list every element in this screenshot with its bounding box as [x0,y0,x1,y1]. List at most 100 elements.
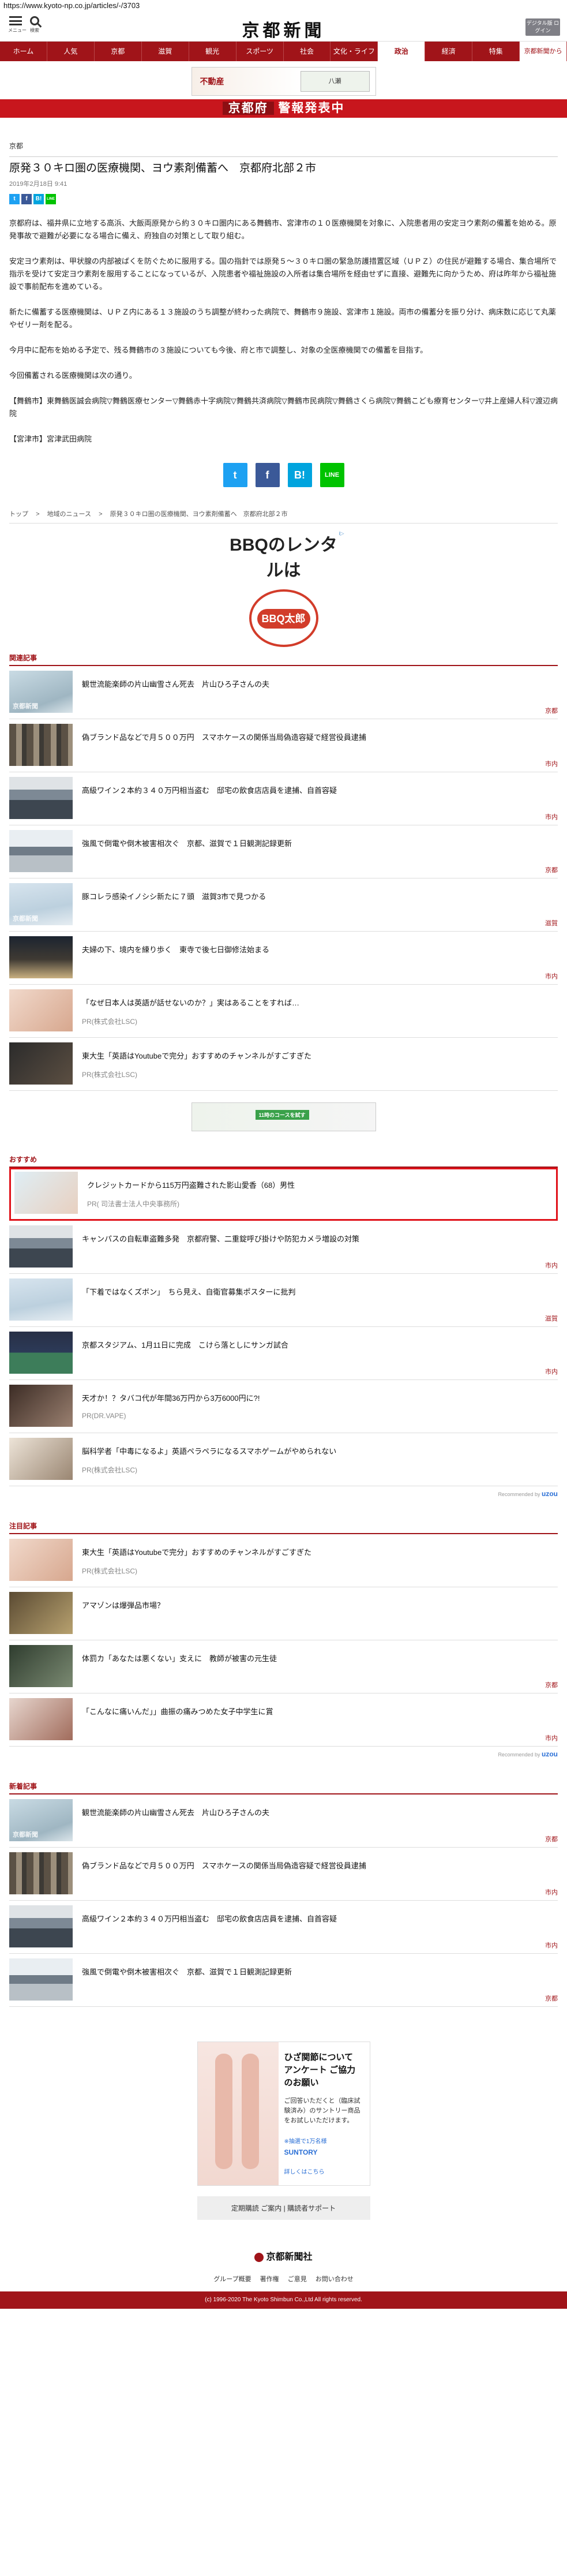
nav-feature[interactable]: 特集 [472,42,520,61]
article-thumbnail [9,1592,73,1634]
list-item[interactable]: 偽ブランド品などで月５００万円 スマホケースの関係当局偽造容疑で経営役員逮捕 市内 [9,719,558,772]
latest-heading: 新着記事 [9,1781,558,1794]
article-thumbnail [9,1852,73,1894]
list-item-highlighted[interactable]: クレジットカードから115万円盗難された影山愛香（68）男性 PR( 司法書士法人… [9,1168,558,1221]
nav-economy[interactable]: 経済 [425,42,473,61]
top-banner-ad[interactable]: 不動産 八瀬 [191,67,376,96]
weather-alert-banner[interactable]: 京都府 警報発表中 [0,99,567,118]
hatena-icon[interactable]: B! [33,194,44,204]
article-paragraph: 今月中に配布を始める予定で、残る舞鶴市の３施設についても今後、府と市で調整し、対… [9,346,428,354]
facebook-icon[interactable]: f [21,194,32,204]
list-item[interactable]: 強風で倒電や倒木被害相次ぐ 京都、滋賀で１日観測記録更新 京都 [9,1954,558,2007]
list-item[interactable]: 高級ワイン２本約３４０万円相当盗む 邸宅の飲食店店員を逮捕、自首容疑 市内 [9,1901,558,1954]
twitter-icon[interactable]: t [9,194,20,204]
item-category: 京都 [545,1995,558,2002]
article-thumbnail [9,1905,73,1947]
list-item[interactable]: 偽ブランド品などで月５００万円 スマホケースの関係当局偽造容疑で経営役員逮捕 市内 [9,1848,558,1901]
hatena-share-button[interactable]: B! [287,463,312,487]
article-category[interactable]: 京都 [9,141,558,151]
item-category: 滋賀 [545,920,558,927]
breadcrumb-local[interactable]: 地域のニュース [47,511,91,518]
item-title: 強風で倒電や倒木被害相次ぐ 京都、滋賀で１日観測記録更新 [82,839,292,848]
ad-logo: BBQ太郎 [249,589,318,647]
recommended-by[interactable]: Recommended by uzou [9,1490,558,1498]
article-paragraph: 安定ヨウ素剤は、甲状腺の内部被ばくを防ぐために服用する。国の指針では原発５～３０… [9,257,557,291]
item-category: 市内 [545,1735,558,1742]
bbq-ad[interactable]: i▷ BBQのレンタルは BBQ太郎 [223,530,344,647]
article-thumbnail [9,1278,73,1321]
ad-more-link[interactable]: 詳しくはこちら [284,2167,364,2175]
item-title: 東大生「英語はYoutubeで完分」おすすめのチャンネルがすごすぎた [82,1548,311,1557]
item-title: 観世流能楽師の片山幽雪さん死去 片山ひろ子さんの夫 [82,680,270,689]
nav-from-kyoto[interactable]: 京都新聞から [520,42,567,61]
facebook-share-button[interactable]: f [255,463,280,487]
breadcrumb-separator: > [36,511,40,518]
article-thumbnail [9,1385,73,1427]
nav-kyoto[interactable]: 京都 [95,42,142,61]
site-logo[interactable]: 京都新聞 [242,16,325,42]
support-link[interactable]: 購読者サポート [287,2204,336,2212]
nav-shiga[interactable]: 滋賀 [142,42,189,61]
line-share-button[interactable]: LINE [320,463,344,487]
list-item[interactable]: 「なぜ日本人は英語が話せないのか？」実はあることをすれば… PR(株式会社LSC) [9,985,558,1038]
item-category: 市内 [545,1889,558,1896]
footer-link[interactable]: グループ概要 [213,2276,251,2283]
nav-home[interactable]: ホーム [0,42,47,61]
ad-choices-icon[interactable]: i▷ [339,530,344,537]
list-item[interactable]: 体罰カ「あなたは悪くない」支えに 教師が被害の元生徒 京都 [9,1640,558,1693]
breadcrumb-top[interactable]: トップ [9,511,28,518]
list-item[interactable]: アマゾンは爆弾品市場？ [9,1587,558,1640]
nav-politics[interactable]: 政治 [378,42,426,61]
thumb-logo: 京都新聞 [13,1831,38,1838]
browser-url[interactable]: https://www.kyoto-np.co.jp/articles/-/37… [0,0,567,12]
digital-login-button[interactable]: デジタル版 ログイン [525,18,560,36]
item-category: 市内 [545,1369,558,1375]
footer-logo[interactable]: 京都新聞社 [9,2249,558,2263]
nav-tourism[interactable]: 観光 [189,42,236,61]
nav-popular[interactable]: 人気 [47,42,95,61]
copyright: (c) 1996-2020 The Kyoto Shimbun Co.,Ltd … [0,2291,567,2309]
list-item[interactable]: 「下着ではなくズボン」 ちら見え、自衛官募集ポスターに批判 滋賀 [9,1274,558,1327]
list-item[interactable]: 高級ワイン２本約３４０万円相当盗む 邸宅の飲食店店員を逮捕、自首容疑 市内 [9,772,558,825]
item-category: 市内 [545,814,558,821]
list-item[interactable]: 「こんなに痛いんだ」」曲振の痛みつめた女子中学生に賞 市内 [9,1693,558,1747]
recommended-by[interactable]: Recommended by uzou [9,1750,558,1758]
suntory-ad[interactable]: ひざ関節について アンケート ご協力のお願い ご回答いただくと（臨床試験済み）の… [197,2042,370,2186]
footer-link[interactable]: 著作権 [260,2276,279,2283]
list-item[interactable]: 夫婦の下、境内を練り歩く 東寺で後七日御修法始まる 市内 [9,932,558,985]
list-item[interactable]: 東大生「英語はYoutubeで完分」おすすめのチャンネルがすごすぎた PR(株式会… [9,1534,558,1587]
breadcrumb-separator: > [99,511,103,518]
item-title: 観世流能楽師の片山幽雪さん死去 片山ひろ子さんの夫 [82,1808,270,1817]
list-item[interactable]: 京都新聞 豚コレラ感染イノシシ新たに７頭 滋賀3市で見つかる 滋賀 [9,878,558,932]
menu-button[interactable]: メニュー [8,16,27,33]
list-item[interactable]: 脳科学者「中毒になるよ」英語ペラペラになるスマホゲームがやめられない PR(株式会… [9,1433,558,1486]
item-title: 偽ブランド品などで月５００万円 スマホケースの関係当局偽造容疑で経営役員逮捕 [82,733,366,742]
search-icon [30,16,39,25]
article-thumbnail [9,830,73,872]
nav-sports[interactable]: スポーツ [236,42,284,61]
nav-culture[interactable]: 文化・ライフ [331,42,378,61]
twitter-share-button[interactable]: t [223,463,247,487]
article-content: 京都 原発３０キロ圏の医療機関、ヨウ素剤備蓄へ 京都府北部２市 2019年2月1… [0,141,567,2283]
article-thumbnail [9,1698,73,1740]
subscription-link[interactable]: 定期購読 ご案内 [231,2204,281,2212]
nav-society[interactable]: 社会 [284,42,331,61]
list-item[interactable]: 京都新聞 観世流能楽師の片山幽雪さん死去 片山ひろ子さんの夫 京都 [9,1794,558,1848]
ad-title: ひざ関節について アンケート ご協力のお願い [284,2052,356,2088]
list-item[interactable]: 京都新聞 観世流能楽師の片山幽雪さん死去 片山ひろ子さんの夫 京都 [9,666,558,719]
search-button[interactable]: 検索 [30,15,39,33]
list-item[interactable]: 天才か！？タバコ代が年間36万円から3万6000円に?! PR(DR.VAPE) [9,1380,558,1433]
thumb-logo: 京都新聞 [13,702,38,710]
article-thumbnail: 京都新聞 [9,1799,73,1841]
footer-link[interactable]: ご意見 [288,2276,307,2283]
item-category: 京都 [545,1682,558,1689]
list-item[interactable]: 強風で倒電や倒木被害相次ぐ 京都、滋賀で１日観測記録更新 京都 [9,825,558,878]
list-item[interactable]: 東大生「英語はYoutubeで完分」おすすめのチャンネルがすごすぎた PR(株式会… [9,1038,558,1091]
line-icon[interactable]: LINE [46,194,56,204]
ad-logo-text: BBQ太郎 [257,609,310,629]
list-item[interactable]: 京都スタジアム、1月11日に完成 こけら落としにサンガ試合 市内 [9,1327,558,1380]
list-item[interactable]: キャンパスの自転車盗難多発 京都府警、二重錠呼び掛けや防犯カメラ増設の対策 市内 [9,1221,558,1274]
inline-ad[interactable]: 11時のコースを試す [191,1102,376,1131]
item-category: 滋賀 [545,1315,558,1322]
footer-link[interactable]: お問い合わせ [316,2276,354,2283]
